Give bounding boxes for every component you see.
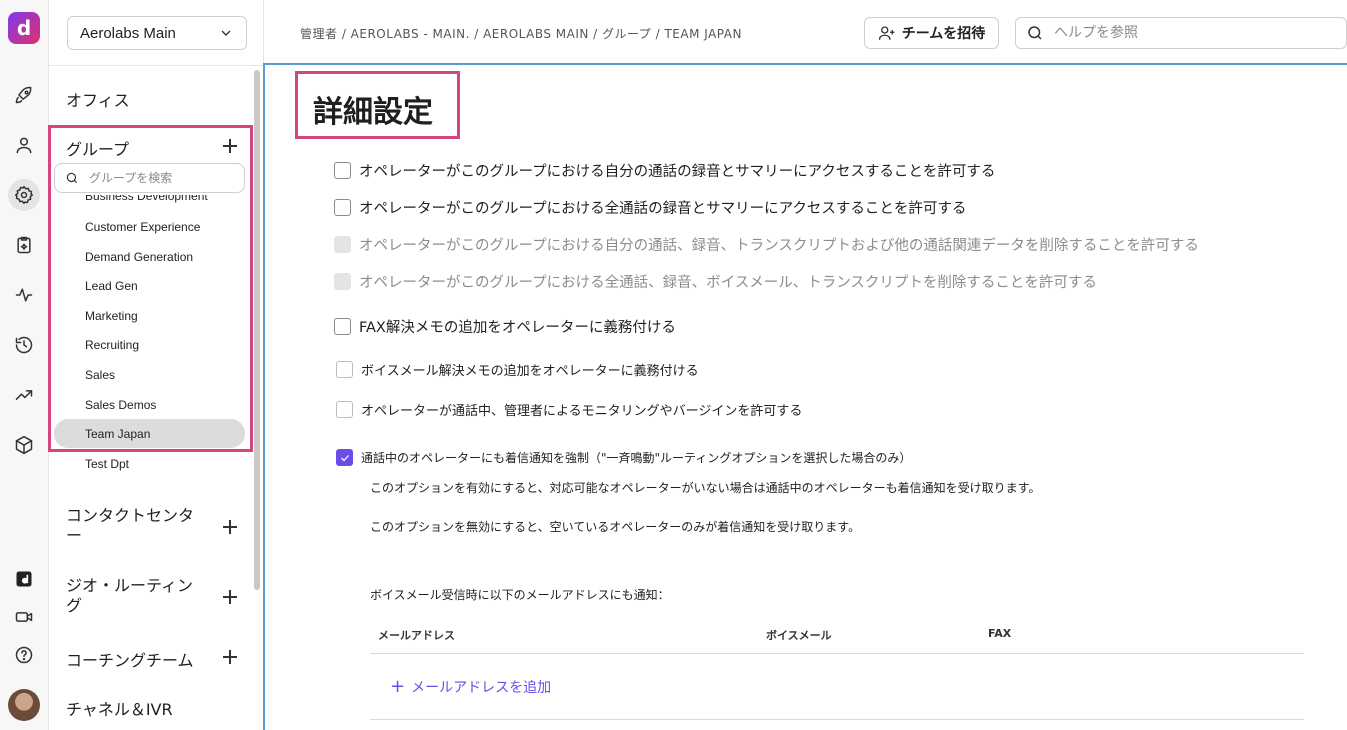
workspace-selector[interactable]: Aerolabs Main xyxy=(67,16,247,50)
dialpad-logo[interactable]: d xyxy=(8,12,40,44)
history-icon[interactable] xyxy=(8,329,40,361)
activity-icon[interactable] xyxy=(8,279,40,311)
option-voicemail-resolution-note[interactable]: ボイスメール解決メモの追加をオペレーターに義務付ける xyxy=(334,360,699,379)
voicemail-notify-label: ボイスメール受信時に以下のメールアドレスにも通知： xyxy=(370,588,670,602)
breadcrumb: 管理者 / AEROLABS - MAIN. / AEROLABS MAIN /… xyxy=(300,27,742,41)
checkmark-icon xyxy=(340,454,349,461)
checkbox[interactable] xyxy=(336,361,353,378)
add-email-label: メールアドレスを追加 xyxy=(411,680,552,696)
gear-icon[interactable] xyxy=(8,179,40,211)
group-item-marketing[interactable]: Marketing xyxy=(54,301,245,330)
option-monitoring-barge[interactable]: オペレーターが通話中、管理者によるモニタリングやバージインを許可する xyxy=(334,400,802,419)
workspace-label: Aerolabs Main xyxy=(80,24,176,42)
add-geo-routing-icon[interactable] xyxy=(222,589,238,605)
search-icon xyxy=(66,172,78,184)
plus-icon: + xyxy=(390,676,406,697)
group-search-field[interactable] xyxy=(54,163,245,193)
group-item-customer-experience[interactable]: Customer Experience xyxy=(54,212,245,241)
column-header-email: メールアドレス xyxy=(378,629,455,642)
clipboard-ai-icon[interactable] xyxy=(8,229,40,261)
add-group-icon[interactable] xyxy=(222,138,238,154)
invite-team-label: チームを招待 xyxy=(901,26,986,42)
add-contact-center-icon[interactable] xyxy=(222,519,238,535)
help-search-input[interactable] xyxy=(1054,25,1334,41)
settings-sidebar: Aerolabs Main オフィス グループ Business Develop… xyxy=(49,0,264,730)
group-search-input[interactable] xyxy=(89,171,239,185)
group-item-test-dpt[interactable]: Test Dpt xyxy=(54,449,245,478)
section-groups[interactable]: グループ xyxy=(66,136,129,160)
option-description-enabled: このオプションを有効にすると、対応可能なオペレーターがいない場合は通話中のオペレ… xyxy=(370,481,1041,495)
checkbox[interactable] xyxy=(334,199,351,216)
section-channels-ivr[interactable]: チャネル＆IVR xyxy=(66,696,173,720)
trending-icon[interactable] xyxy=(8,379,40,411)
option-delete-own-calls: オペレーターがこのグループにおける自分の通話、録音、トランスクリプトおよび他の通… xyxy=(334,234,1199,255)
group-item-business-development[interactable]: Business Development xyxy=(54,195,245,210)
group-item-lead-gen[interactable]: Lead Gen xyxy=(54,271,245,300)
checkbox-checked[interactable] xyxy=(336,449,353,466)
group-item-team-japan[interactable]: Team Japan xyxy=(54,419,245,448)
option-access-own-recordings[interactable]: オペレーターがこのグループにおける自分の通話の録音とサマリーにアクセスすることを… xyxy=(334,160,995,181)
avatar[interactable] xyxy=(8,689,40,721)
help-search-field[interactable] xyxy=(1015,17,1347,49)
video-icon[interactable] xyxy=(8,601,40,633)
search-icon xyxy=(1028,26,1042,40)
invite-team-button[interactable]: チームを招待 xyxy=(864,17,999,49)
section-contact-center[interactable]: コンタクトセンター xyxy=(66,506,196,546)
add-coaching-team-icon[interactable] xyxy=(222,649,238,665)
table-divider xyxy=(370,653,1304,654)
group-item-demand-generation[interactable]: Demand Generation xyxy=(54,242,245,271)
add-email-button[interactable]: + メールアドレスを追加 xyxy=(390,677,551,697)
sidebar-scrollbar[interactable] xyxy=(254,70,260,590)
column-header-fax: FAX xyxy=(988,627,1012,640)
user-icon[interactable] xyxy=(8,129,40,161)
option-access-all-recordings[interactable]: オペレーターがこのグループにおける全通話の録音とサマリーにアクセスすることを許可… xyxy=(334,197,966,218)
page-title: 詳細設定 xyxy=(313,95,433,130)
option-fax-resolution-note[interactable]: FAX解決メモの追加をオペレーターに義務付ける xyxy=(334,316,676,337)
dialpad-ai-icon[interactable] xyxy=(8,563,40,595)
checkbox xyxy=(334,236,351,253)
table-divider xyxy=(370,719,1304,720)
section-geo-routing[interactable]: ジオ・ルーティング xyxy=(66,576,196,616)
checkbox[interactable] xyxy=(336,401,353,418)
column-header-voicemail: ボイスメール xyxy=(766,629,832,642)
checkbox[interactable] xyxy=(334,318,351,335)
divider xyxy=(49,65,264,66)
chevron-down-icon xyxy=(221,30,231,36)
group-item-sales[interactable]: Sales xyxy=(54,360,245,389)
help-icon[interactable] xyxy=(8,639,40,671)
checkbox xyxy=(334,273,351,290)
cube-icon[interactable] xyxy=(8,429,40,461)
group-item-recruiting[interactable]: Recruiting xyxy=(54,330,245,359)
option-delete-all-calls: オペレーターがこのグループにおける全通話、録音、ボイスメール、トランスクリプトを… xyxy=(334,271,1097,292)
group-list: Business Development Customer Experience… xyxy=(54,195,245,450)
section-office[interactable]: オフィス xyxy=(66,87,130,111)
left-rail: d xyxy=(0,0,49,730)
group-item-sales-demos[interactable]: Sales Demos xyxy=(54,390,245,419)
section-coaching-team[interactable]: コーチングチーム xyxy=(66,647,194,671)
checkbox[interactable] xyxy=(334,162,351,179)
option-force-ring-on-call[interactable]: 通話中のオペレーターにも着信通知を強制（"一斉鳴動"ルーティングオプションを選択… xyxy=(334,449,911,466)
rocket-icon[interactable] xyxy=(8,79,40,111)
option-description-disabled: このオプションを無効にすると、空いているオペレーターのみが着信通知を受け取ります… xyxy=(370,520,861,534)
user-plus-icon xyxy=(878,26,895,40)
